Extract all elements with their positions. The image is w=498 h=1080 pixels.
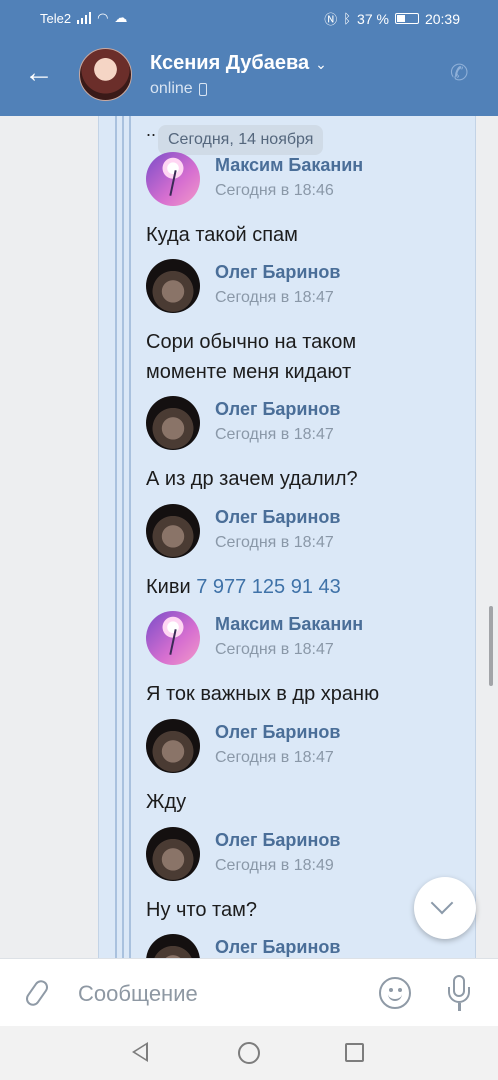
status-bar: Tele2 ◠ ☁ Ⓝ ᛒ 37 % 20:39	[0, 0, 498, 36]
phone-number-link[interactable]: 7 977 125 91 43	[196, 576, 341, 598]
author-name[interactable]: Олег Баринов	[215, 722, 340, 743]
chevron-down-icon	[430, 891, 454, 915]
author-avatar[interactable]	[146, 396, 200, 450]
ellipsis-text: ..	[146, 120, 157, 140]
message-time: Сегодня в 18:47	[215, 289, 334, 306]
nav-home-icon[interactable]	[238, 1042, 260, 1064]
author-avatar[interactable]	[146, 259, 200, 313]
contact-status: online	[150, 80, 207, 98]
message-text: Киви 7 977 125 91 43	[146, 576, 341, 598]
author-name[interactable]: Олег Баринов	[215, 830, 340, 851]
author-name[interactable]: Максим Баканин	[215, 155, 363, 176]
chevron-down-icon: ⌄	[315, 56, 327, 72]
wifi-icon: ◠	[97, 10, 109, 25]
phone-call-icon[interactable]: ✆	[450, 60, 478, 88]
message-list[interactable]: .. Сегодня, 14 ноября Максим Баканин Сег…	[0, 116, 498, 958]
message-time: Сегодня в 18:47	[215, 749, 334, 766]
date-divider: Сегодня, 14 ноября	[158, 125, 324, 155]
author-name[interactable]: Олег Баринов	[215, 937, 340, 958]
attach-button[interactable]	[23, 977, 54, 1011]
message-time: Сегодня в 18:47	[215, 426, 334, 443]
author-avatar[interactable]	[146, 504, 200, 558]
author-avatar[interactable]	[146, 719, 200, 773]
battery-icon	[394, 13, 419, 24]
message-time: Сегодня в 18:49	[215, 857, 334, 874]
microphone-icon[interactable]	[446, 975, 472, 1013]
author-avatar[interactable]	[146, 611, 200, 665]
back-arrow-icon[interactable]: ←	[22, 56, 56, 90]
contact-name-label: Ксения Дубаева	[150, 52, 310, 74]
clock: 20:39	[424, 10, 460, 27]
message-text: Жду	[146, 791, 187, 813]
author-name[interactable]: Олег Баринов	[215, 507, 340, 528]
status-label: online	[150, 80, 193, 97]
forward-quote-lines	[115, 116, 131, 958]
contact-avatar[interactable]	[79, 48, 132, 101]
nav-recent-apps-icon[interactable]	[345, 1043, 364, 1062]
message-text: Я ток важных в др храню	[146, 683, 380, 705]
message-text: Куда такой спам	[146, 224, 298, 246]
message-time: Сегодня в 18:46	[215, 182, 334, 199]
message-time: Сегодня в 18:47	[215, 641, 334, 658]
signal-icon	[77, 12, 92, 24]
chat-header: ← Ксения Дубаева ⌄ online ✆	[0, 36, 498, 116]
cloud-icon: ☁	[114, 10, 128, 25]
scrollbar[interactable]	[489, 606, 493, 686]
author-name[interactable]: Максим Баканин	[215, 614, 363, 635]
message-text: А из др зачем удалил?	[146, 468, 358, 490]
mobile-device-icon	[198, 82, 207, 96]
bluetooth-icon: ᛒ	[343, 11, 352, 26]
battery-percent: 37 %	[357, 10, 389, 27]
scroll-down-button[interactable]	[414, 877, 476, 939]
carrier-label: Tele2	[40, 10, 72, 26]
message-composer	[0, 958, 498, 1026]
message-text: Сори обычно на таком моменте меня кидают	[146, 331, 357, 383]
message-input[interactable]	[78, 979, 358, 1009]
contact-name[interactable]: Ксения Дубаева ⌄	[150, 52, 327, 75]
paperclip-icon	[23, 977, 51, 1009]
author-name[interactable]: Олег Баринов	[215, 262, 340, 283]
nfc-icon: Ⓝ	[324, 12, 338, 27]
message-text: Ну что там?	[146, 899, 257, 921]
author-avatar[interactable]	[146, 152, 200, 206]
author-name[interactable]: Олег Баринов	[215, 399, 340, 420]
emoji-icon[interactable]	[379, 977, 411, 1009]
author-avatar[interactable]	[146, 827, 200, 881]
system-nav-bar	[0, 1026, 498, 1080]
nav-back-icon[interactable]	[132, 1042, 148, 1062]
message-time: Сегодня в 18:47	[215, 534, 334, 551]
